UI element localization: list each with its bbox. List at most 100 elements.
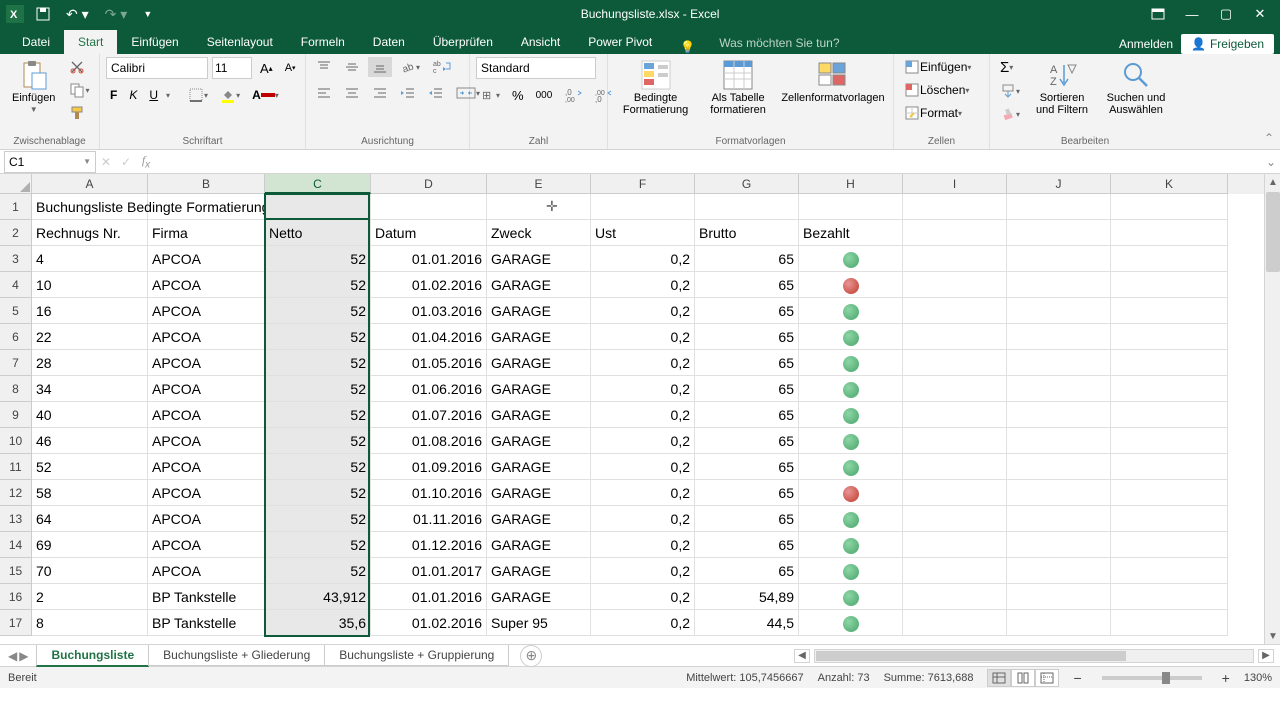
cell[interactable]: [903, 220, 1007, 246]
cell[interactable]: APCOA: [148, 350, 265, 376]
cell[interactable]: 22: [32, 324, 148, 350]
cell[interactable]: [1111, 532, 1228, 558]
cell[interactable]: [903, 506, 1007, 532]
cell[interactable]: [1007, 558, 1111, 584]
cell[interactable]: [1111, 272, 1228, 298]
signin-link[interactable]: Anmelden: [1119, 37, 1173, 51]
format-as-table-button[interactable]: Als Tabelle formatieren: [701, 57, 775, 118]
insert-cells-button[interactable]: Einfügen ▾: [900, 57, 983, 77]
expand-formula-bar-button[interactable]: ⌄: [1262, 155, 1280, 169]
font-name-select[interactable]: [106, 57, 208, 79]
sheet-nav-prev[interactable]: ◀: [8, 649, 17, 663]
cell[interactable]: 16: [32, 298, 148, 324]
cell[interactable]: 0,2: [591, 298, 695, 324]
cell[interactable]: [903, 584, 1007, 610]
qat-customize-button[interactable]: ▼: [139, 7, 156, 21]
cell[interactable]: GARAGE: [487, 532, 591, 558]
ribbon-display-button[interactable]: [1144, 3, 1172, 25]
cell[interactable]: 01.02.2016: [371, 272, 487, 298]
cell[interactable]: BP Tankstelle: [148, 584, 265, 610]
ribbon-tab-daten[interactable]: Daten: [359, 30, 419, 54]
cell[interactable]: [903, 532, 1007, 558]
cell[interactable]: 65: [695, 454, 799, 480]
cell[interactable]: [1007, 428, 1111, 454]
font-color-button[interactable]: A▾: [248, 86, 283, 104]
cell[interactable]: [799, 376, 903, 402]
cell[interactable]: [903, 272, 1007, 298]
vscroll-thumb[interactable]: [1266, 192, 1280, 272]
cell[interactable]: 10: [32, 272, 148, 298]
cell[interactable]: [1111, 610, 1228, 636]
ribbon-tab-datei[interactable]: Datei: [8, 30, 64, 54]
column-header-B[interactable]: B: [148, 174, 265, 194]
cell[interactable]: 0,2: [591, 558, 695, 584]
increase-font-button[interactable]: A▴: [256, 59, 277, 78]
cell[interactable]: 0,2: [591, 454, 695, 480]
borders-button[interactable]: ▾: [184, 85, 212, 105]
cell[interactable]: Buchungsliste Bedingte Formatierung: [32, 194, 148, 220]
column-header-D[interactable]: D: [371, 174, 487, 194]
cell[interactable]: [799, 558, 903, 584]
cell[interactable]: GARAGE: [487, 506, 591, 532]
cell[interactable]: [1007, 402, 1111, 428]
cell[interactable]: [799, 532, 903, 558]
cell[interactable]: 58: [32, 480, 148, 506]
cell[interactable]: 0,2: [591, 272, 695, 298]
cell[interactable]: [1111, 454, 1228, 480]
cell[interactable]: 52: [265, 324, 371, 350]
fill-button[interactable]: ▾: [996, 81, 1024, 101]
cell[interactable]: [903, 298, 1007, 324]
percent-format-button[interactable]: %: [508, 86, 528, 105]
cell[interactable]: GARAGE: [487, 558, 591, 584]
cell[interactable]: 52: [265, 506, 371, 532]
cell[interactable]: 01.01.2016: [371, 584, 487, 610]
cell[interactable]: 52: [265, 376, 371, 402]
cell[interactable]: 52: [265, 350, 371, 376]
cell[interactable]: 65: [695, 324, 799, 350]
cell[interactable]: [1111, 402, 1228, 428]
row-header-14[interactable]: 14: [0, 532, 32, 558]
cell[interactable]: 0,2: [591, 376, 695, 402]
cell[interactable]: 01.08.2016: [371, 428, 487, 454]
cell[interactable]: GARAGE: [487, 324, 591, 350]
italic-button[interactable]: K: [125, 86, 141, 104]
new-sheet-button[interactable]: ⊕: [520, 645, 542, 667]
cell[interactable]: [1007, 350, 1111, 376]
cell[interactable]: GARAGE: [487, 428, 591, 454]
cell[interactable]: APCOA: [148, 454, 265, 480]
sheet-tab-1[interactable]: Buchungsliste + Gliederung: [148, 645, 325, 666]
cell[interactable]: [903, 376, 1007, 402]
cell[interactable]: 0,2: [591, 610, 695, 636]
column-header-F[interactable]: F: [591, 174, 695, 194]
cell[interactable]: [1111, 324, 1228, 350]
cell[interactable]: [1007, 454, 1111, 480]
cell[interactable]: [799, 324, 903, 350]
cell[interactable]: 52: [265, 480, 371, 506]
hscroll-right-button[interactable]: ▶: [1258, 649, 1274, 663]
cell[interactable]: 01.09.2016: [371, 454, 487, 480]
cell[interactable]: 65: [695, 428, 799, 454]
scroll-up-button[interactable]: ▲: [1265, 174, 1280, 190]
qat-save-button[interactable]: [32, 5, 54, 23]
cell[interactable]: 4: [32, 246, 148, 272]
font-size-select[interactable]: [212, 57, 252, 79]
cell[interactable]: [799, 610, 903, 636]
cell[interactable]: 35,6: [265, 610, 371, 636]
cell[interactable]: Bezahlt: [799, 220, 903, 246]
horizontal-scrollbar[interactable]: [814, 649, 1254, 663]
row-header-12[interactable]: 12: [0, 480, 32, 506]
row-header-6[interactable]: 6: [0, 324, 32, 350]
cell[interactable]: [487, 194, 591, 220]
row-header-17[interactable]: 17: [0, 610, 32, 636]
cell[interactable]: 65: [695, 376, 799, 402]
cell[interactable]: [799, 506, 903, 532]
cell[interactable]: 54,89: [695, 584, 799, 610]
cell[interactable]: GARAGE: [487, 584, 591, 610]
cell[interactable]: [799, 454, 903, 480]
insert-function-button[interactable]: fx: [136, 153, 156, 170]
cell[interactable]: 65: [695, 246, 799, 272]
cell[interactable]: [1007, 532, 1111, 558]
cell[interactable]: 69: [32, 532, 148, 558]
cell[interactable]: [799, 194, 903, 220]
cell[interactable]: [903, 558, 1007, 584]
